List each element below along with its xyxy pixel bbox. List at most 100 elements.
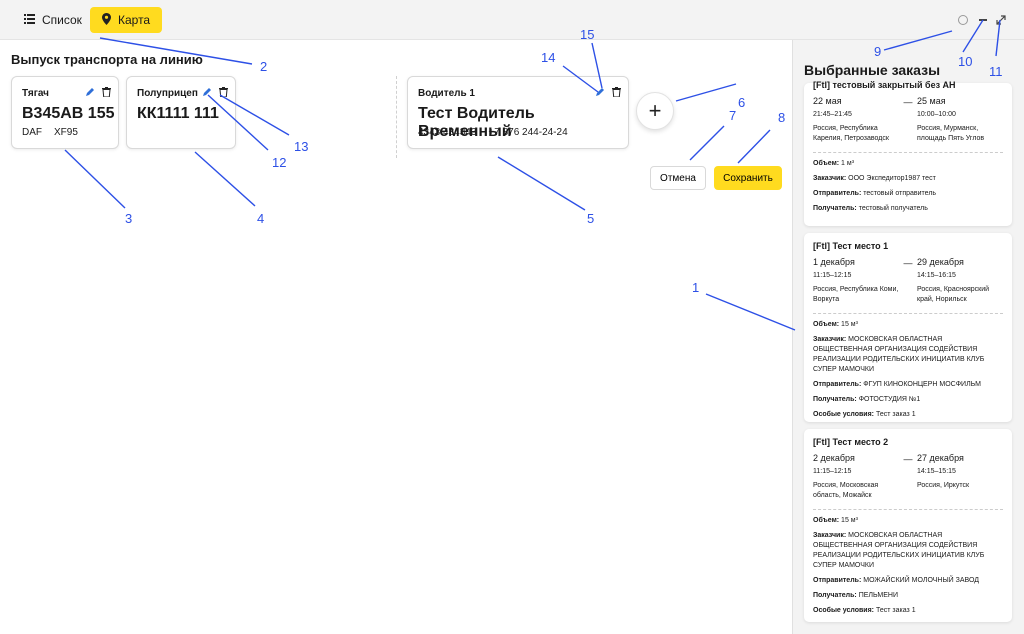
delete-tractor-button[interactable] [100,86,112,98]
selected-orders-panel[interactable]: Выбранные заказы [Ftl] тестовый закрытый… [792,40,1024,634]
map-pin-icon [102,12,111,28]
add-driver-button[interactable]: + [636,92,674,130]
annotation-13: 13 [294,139,309,154]
order-to-time: 14:15–16:15 [917,272,956,279]
annotation-1: 1 [692,280,700,295]
expand-icon [996,15,1006,25]
volume-label: Объем: [813,160,840,167]
order-from-time: 11:15–12:15 [813,468,852,475]
annotation-7: 7 [729,108,737,123]
order-conditions: Тест заказ 1 [875,607,916,614]
edit-driver-button[interactable] [594,86,606,98]
order-from-date: 22 мая [813,96,842,106]
order-separator [813,313,1003,314]
trailer-plate: КК1111 111 [137,105,219,122]
circle-toggle-button[interactable] [956,13,970,27]
order-sender: ФГУП КИНОКОНЦЕРН МОСФИЛЬМ [863,381,981,388]
tractor-card[interactable]: Тягач В345АВ 155 DAF XF95 [11,76,119,149]
receiver-label: Получатель: [813,205,857,212]
tractor-model: XF95 [54,127,78,138]
route-dash: — [903,258,913,268]
tab-map[interactable]: Карта [90,7,163,33]
conditions-label: Особые условия: [813,607,875,614]
list-icon [24,13,35,27]
annotation-12: 12 [272,155,287,170]
main-area: Выпуск транспорта на линию Тягач В345АВ … [0,40,792,634]
order-from-time: 11:15–12:15 [813,272,852,279]
route-dash: — [903,97,913,107]
receiver-label: Получатель: [813,396,857,403]
cancel-button[interactable]: Отмена [650,166,706,190]
order-from-place: Россия, Московская область, Можайск [813,482,879,499]
order-volume: 1 м³ [841,160,855,167]
route-dash: — [903,454,913,464]
order-to-time: 14:15–15:15 [917,468,956,475]
order-from-date: 2 декабря [813,453,855,463]
plus-icon: + [648,98,662,123]
order-receiver: тестовый получатель [858,205,928,212]
annotation-10: 10 [958,54,973,69]
trash-icon [611,87,621,97]
order-sender: тестовый отправитель [863,190,937,197]
delete-driver-button[interactable] [610,86,622,98]
expand-button[interactable] [994,13,1008,27]
sender-label: Отправитель: [813,577,862,584]
tractor-label: Тягач [22,88,49,99]
tractor-brand: DAF [22,127,42,138]
order-volume: 15 м³ [841,321,858,328]
volume-label: Объем: [813,321,840,328]
save-button[interactable]: Сохранить [714,166,782,190]
order-to-place: Россия, Иркутск [917,482,970,489]
tractor-plate: В345АВ 155 [22,105,115,122]
annotation-15: 15 [580,27,595,42]
annotation-6: 6 [738,95,746,110]
sender-label: Отправитель: [813,190,862,197]
order-from-place: Россия, Республика Карелия, Петрозаводск [813,125,889,142]
pencil-icon [86,88,94,96]
order-to-date: 27 декабря [917,453,964,463]
edit-trailer-button[interactable] [201,86,213,98]
order-to-date: 25 мая [917,96,946,106]
driver-id: 4343 434343 [418,127,477,138]
order-to-date: 29 декабря [917,257,964,267]
driver-phone: +7 876 244-24-24 [488,127,568,138]
trailer-card[interactable]: Полуприцеп КК1111 111 [126,76,236,149]
order-separator [813,152,1003,153]
annotation-4: 4 [257,211,265,226]
trash-icon [218,87,228,97]
driver-label: Водитель 1 [418,88,475,99]
edit-tractor-button[interactable] [84,86,96,98]
customer-label: Заказчик: [813,336,847,343]
tab-list[interactable]: Список [14,7,92,33]
minimize-icon [979,19,987,21]
pencil-icon [596,88,604,96]
order-conditions: Тест заказ 1 [875,411,916,418]
annotation-11: 11 [989,64,1003,79]
tab-list-label: Список [42,13,82,27]
order-from-time: 21:45–21:45 [813,111,852,118]
annotation-8: 8 [778,110,786,125]
order-from-date: 1 декабря [813,257,855,267]
order-card[interactable]: [Ftl] Тест место 2 2 декабря 11:15–12:15… [804,429,1012,622]
order-title: [Ftl] тестовый закрытый без АН [813,80,956,90]
order-sender: МОЖАЙСКИЙ МОЛОЧНЫЙ ЗАВОД [863,577,980,584]
order-card[interactable]: [Ftl] Тест место 1 1 декабря 11:15–12:15… [804,233,1012,422]
annotation-9: 9 [874,44,882,59]
annotation-14: 14 [541,50,556,65]
delete-trailer-button[interactable] [217,86,229,98]
order-from-place: Россия, Республика Коми, Воркута [813,286,899,303]
top-bar: Список Карта [0,0,1024,40]
annotation-5: 5 [587,211,595,226]
order-volume: 15 м³ [841,517,858,524]
customer-label: Заказчик: [813,532,847,539]
order-receiver: ПЕЛЬМЕНИ [858,592,899,599]
annotation-3: 3 [125,211,133,226]
driver-card[interactable]: Водитель 1 Тест Водитель Временный 4343 … [407,76,629,149]
order-card[interactable]: [Ftl] тестовый закрытый без АН 22 мая 21… [804,80,1012,226]
order-receiver: ФОТОСТУДИЯ №1 [858,396,921,403]
trash-icon [101,87,111,97]
minimize-button[interactable] [976,13,990,27]
order-to-place: Россия, Мурманск, площадь Пять Углов [917,125,985,142]
order-separator [813,509,1003,510]
order-title: [Ftl] Тест место 2 [813,437,889,447]
